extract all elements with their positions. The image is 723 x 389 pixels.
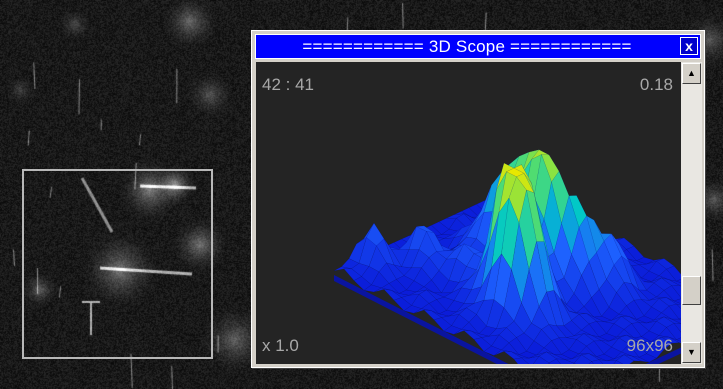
selection-rectangle[interactable] bbox=[22, 169, 213, 359]
close-button[interactable]: x bbox=[680, 37, 698, 55]
arrow-up-icon: ▲ bbox=[687, 68, 696, 78]
cursor-coordinates: 42 : 41 bbox=[262, 75, 314, 94]
scroll-up-button[interactable]: ▲ bbox=[682, 63, 701, 84]
vertical-scrollbar[interactable]: ▲ ▼ bbox=[681, 62, 702, 364]
ultrasound-background-view: ============ 3D Scope ============ x 42 … bbox=[0, 0, 723, 389]
window-title: ============ 3D Scope ============ bbox=[302, 37, 632, 56]
close-icon: x bbox=[685, 38, 693, 54]
arrow-down-icon: ▼ bbox=[687, 347, 696, 357]
title-bar[interactable]: ============ 3D Scope ============ x bbox=[255, 34, 701, 59]
surface-mesh bbox=[333, 149, 681, 364]
level-value: 0.18 bbox=[639, 75, 673, 94]
scrollbar-thumb[interactable] bbox=[682, 276, 701, 305]
grid-size: 96x96 bbox=[626, 336, 673, 355]
zoom-level: x 1.0 bbox=[262, 336, 299, 355]
scope-viewport[interactable]: 42 : 41 0.18 x 1.0 96x96 bbox=[256, 62, 681, 364]
scope-window: ============ 3D Scope ============ x 42 … bbox=[251, 30, 705, 368]
scroll-down-button[interactable]: ▼ bbox=[682, 342, 701, 363]
surface-plot bbox=[333, 149, 681, 364]
